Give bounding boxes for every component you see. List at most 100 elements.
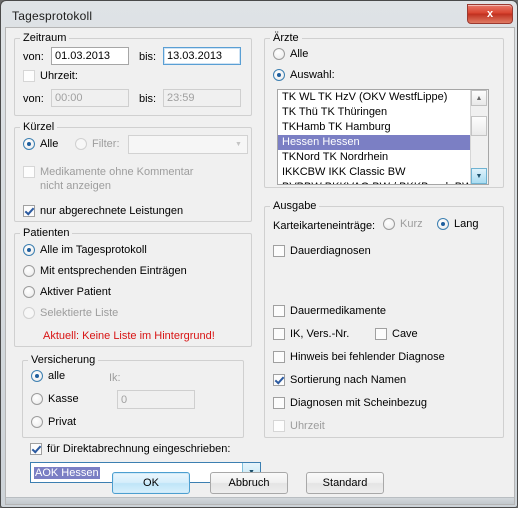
ik-input[interactable]: [117, 390, 195, 409]
group-aerzte: Ärzte Alle Auswahl: TK WL TK HzV (OKV We…: [264, 32, 504, 188]
patienten-option-1-label: Mit entsprechenden Einträgen: [40, 265, 187, 277]
abgerechnete-checkbox[interactable]: nur abgerechnete Leistungen: [23, 205, 183, 217]
hinweis-diagnose-checkbox-box: [273, 351, 285, 363]
cancel-button[interactable]: Abbruch: [210, 472, 288, 494]
ik-label: Ik:: [109, 372, 121, 384]
patienten-option-2[interactable]: Aktiver Patient: [23, 286, 111, 298]
hinweis-diagnose-checkbox[interactable]: Hinweis bei fehlender Diagnose: [273, 351, 445, 363]
patienten-option-2-label: Aktiver Patient: [40, 286, 111, 298]
kuerzel-filter-radio[interactable]: Filter:: [75, 138, 120, 150]
karteikarte-lang-radio[interactable]: Lang: [437, 218, 478, 230]
hinweis-diagnose-checkbox-label: Hinweis bei fehlender Diagnose: [290, 351, 445, 363]
time-bis-label: bis:: [139, 93, 157, 105]
zeitraum-bis-input[interactable]: [163, 47, 241, 65]
uhrzeit-checkbox-label: Uhrzeit:: [40, 70, 78, 82]
dialog-client-area: Zeitraum von: bis: Uhrzeit: von: bis:: [5, 27, 515, 505]
dauermedikamente-checkbox[interactable]: Dauermedikamente: [273, 305, 386, 317]
list-item[interactable]: TK WL TK HzV (OKV WestfLippe): [278, 90, 471, 105]
aerzte-listbox-scrollbar[interactable]: ▲ ▼: [470, 90, 488, 184]
aerzte-listbox-items: TK WL TK HzV (OKV WestfLippe) TK Thü TK …: [278, 90, 471, 184]
patienten-option-1[interactable]: Mit entsprechenden Einträgen: [23, 265, 187, 277]
medikamente-checkbox-box: [23, 166, 35, 178]
karteikarte-kurz-label: Kurz: [400, 218, 423, 230]
chevron-down-icon[interactable]: ▼: [230, 136, 247, 153]
group-patienten: Patienten Alle im Tagesprotokoll Mit ent…: [14, 227, 252, 347]
versicherung-kasse-label: Kasse: [48, 393, 79, 405]
list-item[interactable]: IKKCBW IKK Classic BW: [278, 165, 471, 180]
group-versicherung: Versicherung alle Ik: Kasse Privat: [22, 354, 244, 438]
sortierung-checkbox[interactable]: Sortierung nach Namen: [273, 374, 406, 386]
versicherung-privat-radio-dot: [31, 416, 43, 428]
aerzte-auswahl-radio-dot: [273, 69, 285, 81]
karteikarte-kurz-radio-dot: [383, 218, 395, 230]
kuerzel-filter-combobox[interactable]: ▼: [128, 135, 248, 154]
kasse-combobox-selected-text: AOK Hessen: [34, 466, 100, 479]
cave-checkbox-box: [375, 328, 387, 340]
time-von-input[interactable]: [51, 89, 129, 107]
kuerzel-alle-radio[interactable]: Alle: [23, 138, 58, 150]
standard-button[interactable]: Standard: [306, 472, 384, 494]
patienten-option-3-dot: [23, 307, 35, 319]
patienten-option-2-dot: [23, 286, 35, 298]
aerzte-auswahl-radio[interactable]: Auswahl:: [273, 69, 335, 81]
cave-checkbox-label: Cave: [392, 328, 418, 340]
karteikarte-lang-radio-dot: [437, 218, 449, 230]
list-item[interactable]: TK Thü TK Thüringen: [278, 105, 471, 120]
karteikarte-kurz-radio[interactable]: Kurz: [383, 218, 423, 230]
aerzte-listbox[interactable]: TK WL TK HzV (OKV WestfLippe) TK Thü TK …: [277, 89, 489, 185]
group-aerzte-label: Ärzte: [273, 32, 299, 44]
zeitraum-von-input[interactable]: [51, 47, 129, 65]
time-bis-input[interactable]: [163, 89, 241, 107]
scheinbezug-checkbox-box: [273, 397, 285, 409]
medikamente-checkbox-label: Medikamente ohne Kommentar nicht anzeige…: [40, 165, 193, 193]
close-icon[interactable]: x: [467, 4, 513, 24]
group-zeitraum-label: Zeitraum: [23, 32, 67, 44]
direktabrechnung-checkbox[interactable]: für Direktabrechnung eingeschrieben:: [30, 443, 230, 455]
versicherung-kasse-radio-dot: [31, 393, 43, 405]
versicherung-kasse-radio[interactable]: Kasse: [31, 393, 79, 405]
versicherung-alle-radio[interactable]: alle: [31, 370, 65, 382]
patienten-option-0[interactable]: Alle im Tagesprotokoll: [23, 244, 147, 256]
medikamente-label-line1: Medikamente ohne Kommentar: [40, 166, 194, 178]
direktabrechnung-checkbox-label: für Direktabrechnung eingeschrieben:: [47, 443, 231, 455]
aerzte-alle-radio[interactable]: Alle: [273, 48, 308, 60]
ausgabe-uhrzeit-checkbox-label: Uhrzeit: [290, 420, 325, 432]
scrollbar-thumb[interactable]: [471, 116, 487, 136]
sortierung-checkbox-label: Sortierung nach Namen: [290, 374, 407, 386]
karteikarte-lang-label: Lang: [454, 218, 479, 230]
group-zeitraum: Zeitraum von: bis: Uhrzeit: von: bis:: [14, 32, 252, 116]
list-item[interactable]: BVBBW BKKVAG BW / BKKBosch BW: [278, 180, 471, 184]
dauermedikamente-checkbox-box: [273, 305, 285, 317]
aerzte-alle-radio-dot: [273, 48, 285, 60]
dauerdiagnosen-checkbox-label: Dauerdiagnosen: [290, 245, 371, 257]
list-item[interactable]: TKHamb TK Hamburg: [278, 120, 471, 135]
kuerzel-alle-radio-dot: [23, 138, 35, 150]
scroll-down-icon[interactable]: ▼: [471, 168, 487, 184]
versicherung-privat-radio[interactable]: Privat: [31, 416, 76, 428]
abgerechnete-checkbox-label: nur abgerechnete Leistungen: [40, 205, 184, 217]
list-item-selected[interactable]: Hessen Hessen: [278, 135, 471, 150]
uhrzeit-checkbox[interactable]: Uhrzeit:: [23, 70, 78, 82]
scroll-up-icon[interactable]: ▲: [471, 90, 487, 106]
medikamente-label-line2: nicht anzeigen: [40, 180, 111, 192]
patienten-option-0-label: Alle im Tagesprotokoll: [40, 244, 147, 256]
versicherung-alle-label: alle: [48, 370, 66, 382]
zeitraum-von-label: von:: [23, 51, 44, 63]
group-ausgabe: Ausgabe Karteikarteneinträge: Kurz Lang …: [264, 200, 504, 438]
patienten-option-3[interactable]: Selektierte Liste: [23, 307, 118, 319]
ik-versnr-checkbox[interactable]: IK, Vers.-Nr.: [273, 328, 349, 340]
cave-checkbox[interactable]: Cave: [375, 328, 418, 340]
zeitraum-bis-label: bis:: [139, 51, 157, 63]
ausgabe-uhrzeit-checkbox[interactable]: Uhrzeit: [273, 420, 325, 432]
versicherung-privat-label: Privat: [48, 416, 77, 428]
medikamente-checkbox[interactable]: Medikamente ohne Kommentar nicht anzeige…: [23, 165, 193, 193]
uhrzeit-checkbox-box: [23, 70, 35, 82]
dauerdiagnosen-checkbox-box: [273, 245, 285, 257]
list-item[interactable]: TKNord TK Nordrhein: [278, 150, 471, 165]
ok-button[interactable]: OK: [112, 472, 190, 494]
abgerechnete-checkbox-box: [23, 205, 35, 217]
aerzte-alle-label: Alle: [290, 48, 309, 60]
scheinbezug-checkbox[interactable]: Diagnosen mit Scheinbezug: [273, 397, 427, 409]
dauerdiagnosen-checkbox[interactable]: Dauerdiagnosen: [273, 245, 371, 257]
versicherung-alle-radio-dot: [31, 370, 43, 382]
